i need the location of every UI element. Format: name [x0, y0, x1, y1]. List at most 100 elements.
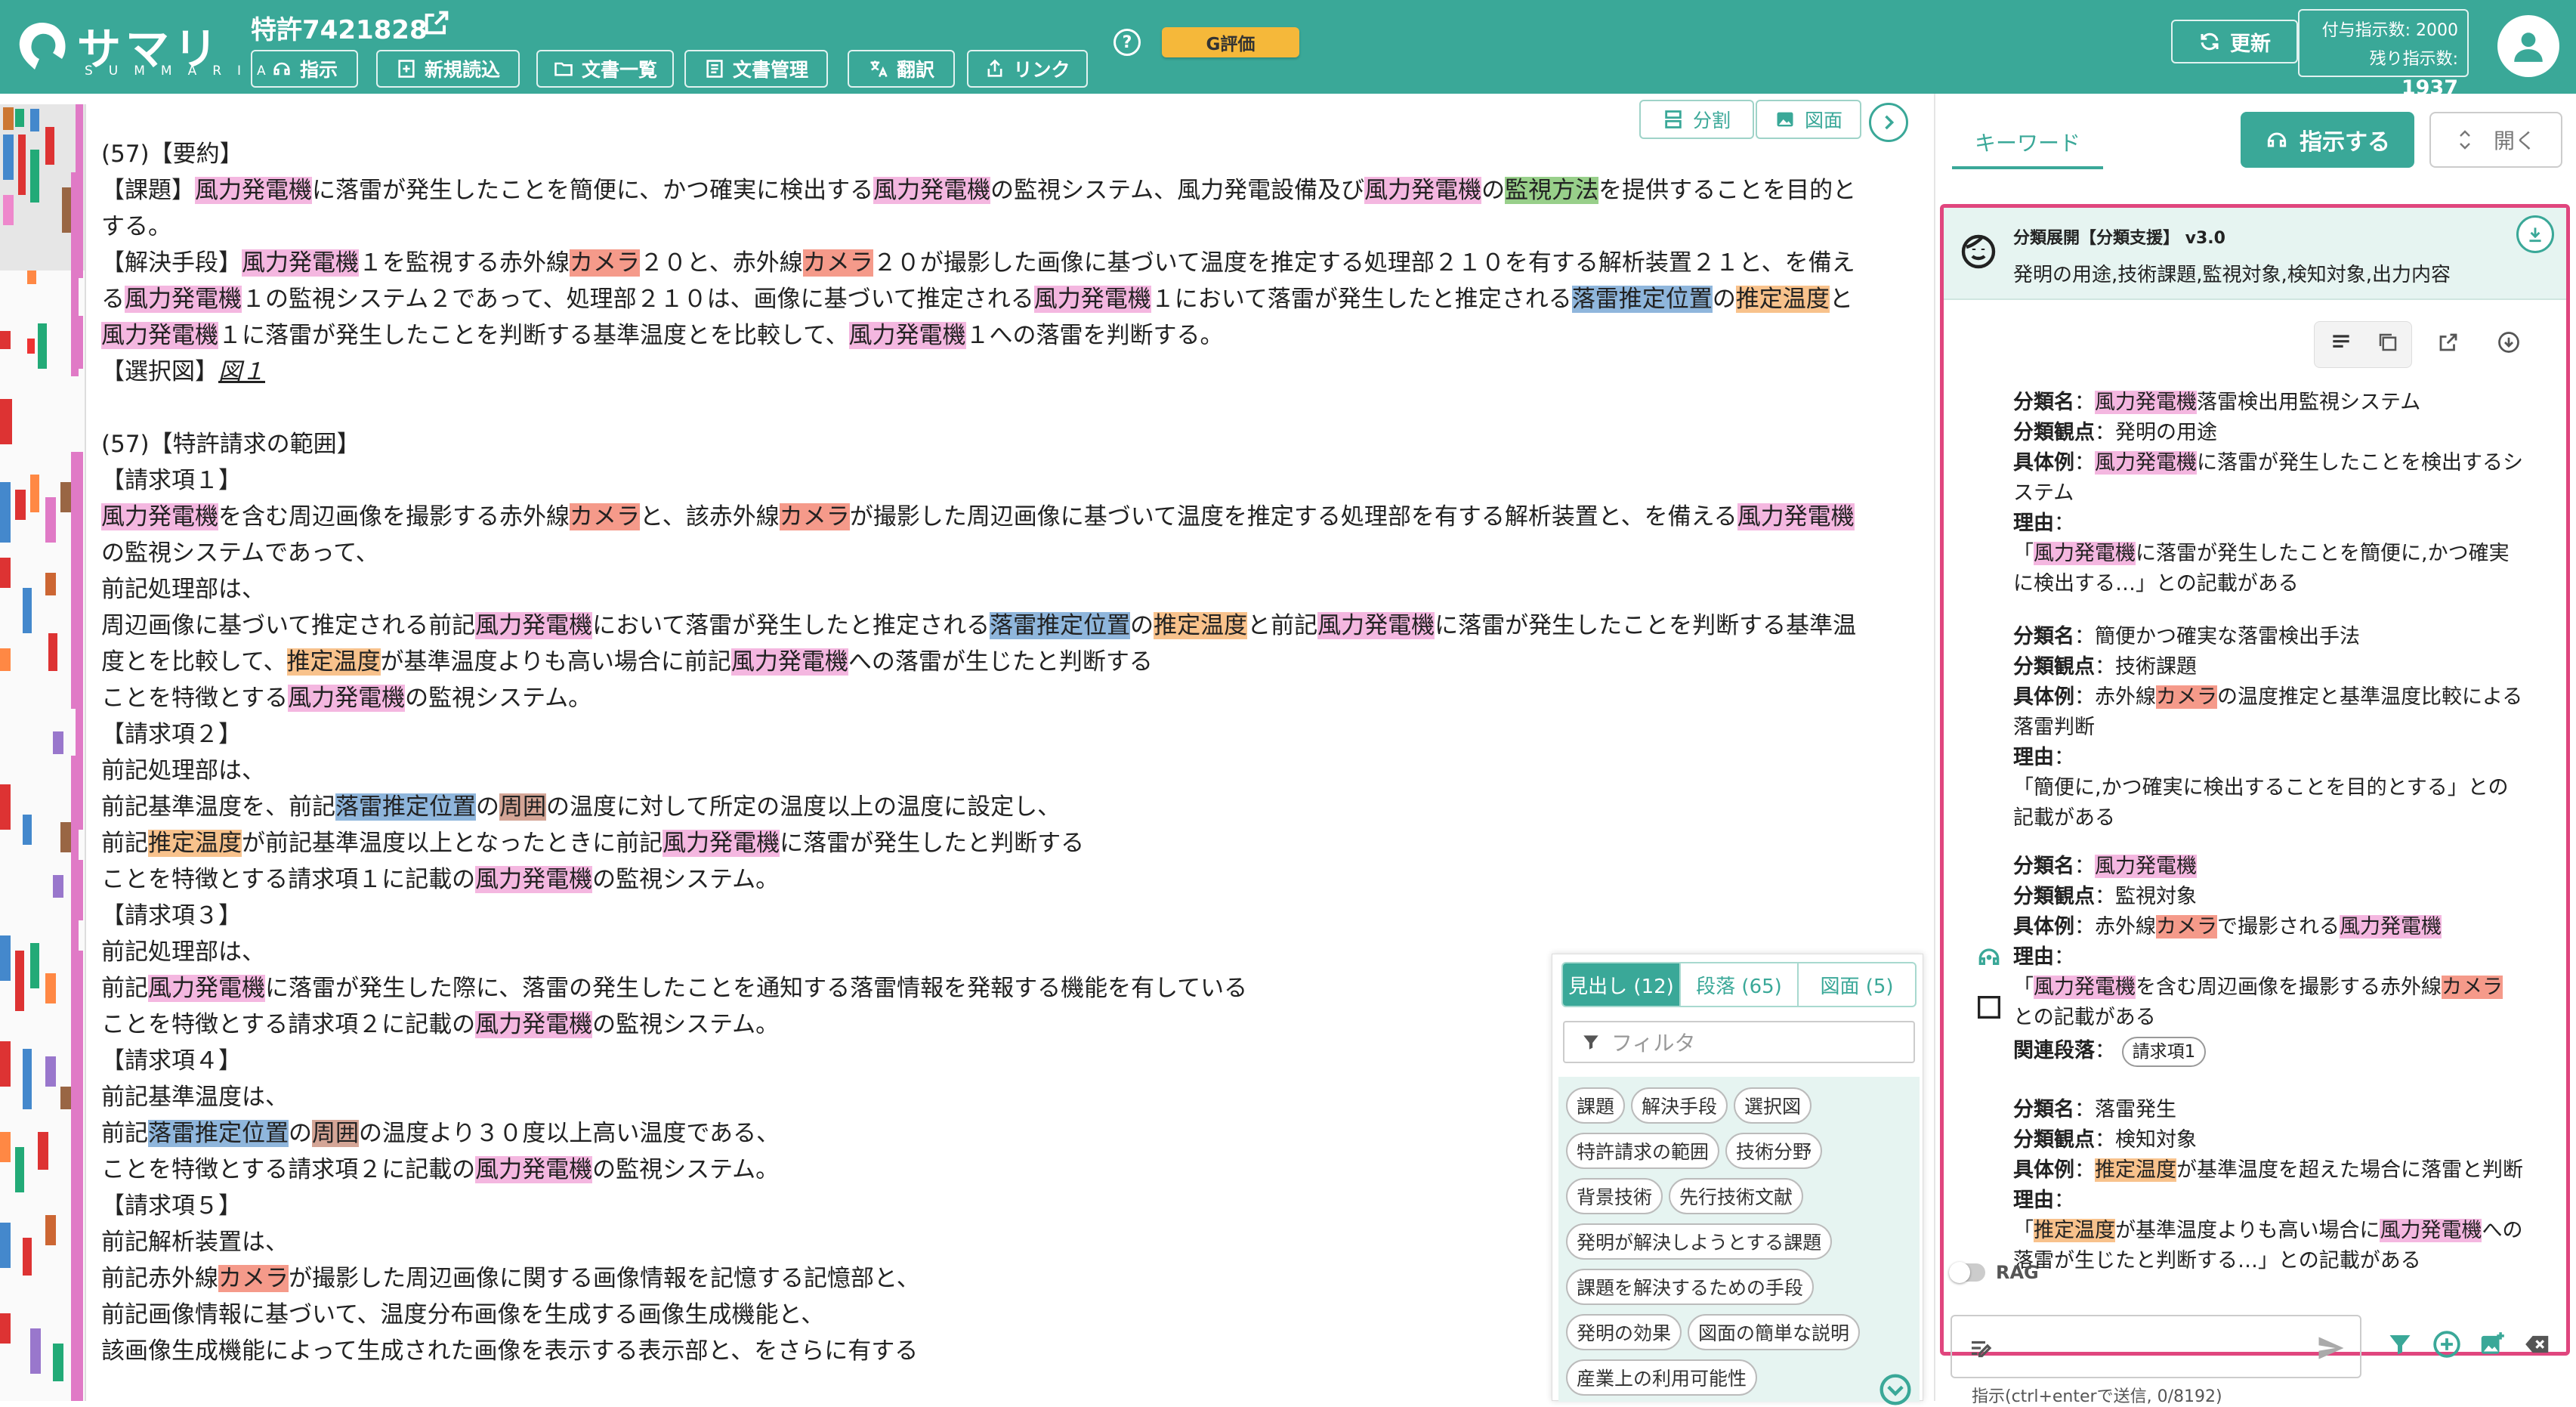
edit-note-icon — [1972, 1341, 1992, 1358]
paragraph: 前記処理部は、 — [101, 576, 265, 603]
download-result-button[interactable] — [2516, 215, 2554, 253]
paragraph: 【請求項３】 — [101, 902, 242, 929]
document-manage-button[interactable]: 文書管理 — [684, 50, 828, 88]
paragraph-marker — [71, 172, 79, 376]
rag-toggle[interactable]: RAG — [1949, 1262, 2039, 1283]
translate-button[interactable]: 翻訳 — [848, 50, 955, 88]
clear-button[interactable] — [2519, 1325, 2556, 1363]
heading-chip[interactable]: 特許請求の範囲 — [1566, 1133, 1720, 1169]
tab-paragraphs[interactable]: 段落 (65) — [1681, 963, 1799, 1006]
classification-entry: 分類名：風力発電機 分類観点：監視対象 具体例：赤外線カメラで撮影される風力発電… — [2013, 852, 2557, 1067]
paragraph: 風力発電機１に落雷が発生したことを判断する基準温度とを比較して、風力発電機１への… — [101, 322, 1224, 349]
paragraph-marker — [71, 452, 79, 709]
result-card: 分類展開【分類支援】 v3.0 発明の用途,技術課題,監視対象,検知対象,出力内… — [1940, 204, 2570, 1356]
share-icon — [988, 59, 1002, 77]
nav-label: 文書一覧 — [581, 59, 657, 81]
heading-chip[interactable]: 図面の簡単な説明 — [1688, 1314, 1861, 1350]
instruction-input[interactable] — [1951, 1315, 2361, 1378]
abstract-heading: (57)【要約】 — [101, 141, 243, 168]
result-title: 分類展開【分類支援】 v3.0 — [2013, 229, 2225, 248]
collapse-icon[interactable] — [1879, 1373, 1912, 1406]
input-hint: 指示(ctrl+enterで送信, 0/8192) — [1972, 1387, 2222, 1406]
filter-placeholder: フィルタ — [1611, 1031, 1696, 1056]
selected-figure-link[interactable]: 図１ — [218, 358, 265, 385]
add-document-icon — [398, 60, 415, 78]
heading-chip[interactable]: 課題 — [1566, 1087, 1626, 1124]
paragraph: 前記推定温度が前記基準温度以上となったときに前記風力発電機に落雷が発生したと判断… — [101, 830, 1085, 857]
download-button[interactable] — [2485, 318, 2533, 366]
paragraph: 【課題】風力発電機に落雷が発生したことを簡便に、かつ確実に検出する風力発電機の監… — [101, 177, 1857, 204]
update-button[interactable]: 更新 — [2171, 20, 2298, 63]
paragraph: 前記処理部は、 — [101, 757, 265, 784]
outline-panel: 見出し (12) 段落 (65) 図面 (5) フィルタ 課題 解決手段 選択図 特… — [1552, 954, 1923, 1405]
heading-chip[interactable]: 産業上の利用可能性 — [1566, 1359, 1758, 1396]
rag-switch[interactable] — [1949, 1262, 1985, 1283]
nav-label: リンク — [1013, 59, 1070, 81]
download-icon — [2498, 332, 2519, 353]
nav-label: 指示 — [299, 59, 338, 81]
paragraph: ことを特徴とする請求項１に記載の風力発電機の監視システム。 — [101, 866, 780, 893]
new-load-button[interactable]: 新規読込 — [376, 50, 520, 88]
outline-filter-input[interactable]: フィルタ — [1563, 1021, 1915, 1063]
heading-chip[interactable]: 背景技術 — [1566, 1178, 1663, 1214]
send-icon[interactable] — [2315, 1331, 2348, 1365]
paragraph: 周辺画像に基づいて推定される前記風力発電機において落雷が発生したと推定される落雷… — [101, 612, 1857, 639]
headset-icon — [273, 62, 290, 76]
related-paragraph-chip[interactable]: 請求項1 — [2121, 1037, 2207, 1067]
heading-chip[interactable]: 先行技術文献 — [1669, 1178, 1804, 1214]
claims-heading: (57)【特許請求の範囲】 — [101, 431, 360, 458]
select-checkbox[interactable] — [1974, 992, 2004, 1022]
add-button[interactable] — [2428, 1325, 2466, 1363]
user-avatar[interactable] — [2497, 15, 2559, 77]
text-view-button[interactable] — [2317, 318, 2365, 366]
result-header: 分類展開【分類支援】 v3.0 発明の用途,技術課題,監視対象,検知対象,出力内… — [1944, 208, 2566, 300]
split-label: 分割 — [1692, 110, 1731, 131]
selected-figure-label: 【選択図】 — [101, 358, 218, 385]
open-button[interactable]: 開く — [2429, 112, 2562, 168]
support-agent-icon[interactable] — [1974, 942, 2004, 973]
instruct-nav-button[interactable]: 指示 — [251, 50, 358, 88]
add-image-button[interactable] — [2473, 1325, 2511, 1363]
external-link-icon[interactable] — [422, 8, 452, 38]
patent-title: 特許7421828 — [251, 15, 428, 45]
heading-chip[interactable]: 選択図 — [1734, 1087, 1812, 1124]
copy-view-button[interactable] — [2364, 318, 2412, 366]
nav-label: 新規読込 — [424, 59, 500, 81]
filter-icon — [1583, 1035, 1598, 1050]
tab-keyword[interactable]: キーワード — [1952, 116, 2103, 169]
nav-label: 文書管理 — [732, 59, 808, 81]
paragraph: ことを特徴とする風力発電機の監視システム。 — [101, 685, 592, 712]
outline-tabs: 見出し (12) 段落 (65) 図面 (5) — [1561, 962, 1917, 1007]
paragraph: 前記基準温度を、前記落雷推定位置の周囲の温度に対して所定の温度以上の温度に設定し… — [101, 793, 1061, 821]
document-list-button[interactable]: 文書一覧 — [536, 50, 674, 88]
figure-button[interactable]: 図面 — [1756, 100, 1861, 139]
tab-figures[interactable]: 図面 (5) — [1799, 963, 1915, 1006]
link-button[interactable]: リンク — [967, 50, 1088, 88]
help-icon[interactable]: ? — [1113, 29, 1141, 56]
instruct-button[interactable]: 指示する — [2241, 112, 2414, 168]
rag-label: RAG — [1996, 1262, 2039, 1283]
filter-button[interactable] — [2381, 1325, 2419, 1363]
paragraph-marker — [71, 756, 79, 1401]
paragraph: 【請求項２】 — [101, 721, 242, 748]
app-logo[interactable]: サマリア SUMMARIA — [12, 11, 266, 138]
classification-entry: 分類名：落雷発生 分類観点：検知対象 具体例：推定温度が基準温度を超えた場合に落… — [2013, 1098, 2523, 1272]
classification-entry: 分類名：簡便かつ確実な落雷検出手法 分類観点：技術課題 具体例：赤外線カメラの温… — [2013, 625, 2523, 830]
folder-icon — [554, 62, 573, 76]
result-subtitle: 発明の用途,技術課題,監視対象,検知対象,出力内容 — [2013, 264, 2451, 286]
user-icon — [2514, 32, 2543, 62]
g-eval-badge[interactable]: G評価 — [1162, 27, 1299, 57]
paragraph: 度とを比較して、推定温度が基準温度よりも高い場合に前記風力発電機への落雷が生じた… — [101, 648, 1153, 676]
heading-chip[interactable]: 発明の効果 — [1566, 1314, 1682, 1350]
open-external-button[interactable] — [2424, 318, 2473, 366]
paragraph: の監視システムであって、 — [101, 540, 379, 567]
heading-chip[interactable]: 技術分野 — [1725, 1133, 1823, 1169]
split-view-button[interactable]: 分割 — [1639, 100, 1754, 139]
open-label: 開く — [2493, 128, 2536, 153]
top-bar: サマリア SUMMARIA 特許7421828 指示 新規読込 文書一覧 文書管… — [0, 0, 2576, 138]
heading-chip[interactable]: 発明が解決しようとする課題 — [1566, 1223, 1833, 1260]
heading-chip[interactable]: 課題を解決するための手段 — [1566, 1269, 1815, 1305]
heading-chip[interactable]: 解決手段 — [1631, 1087, 1728, 1124]
tab-headings[interactable]: 見出し (12) — [1563, 963, 1681, 1006]
